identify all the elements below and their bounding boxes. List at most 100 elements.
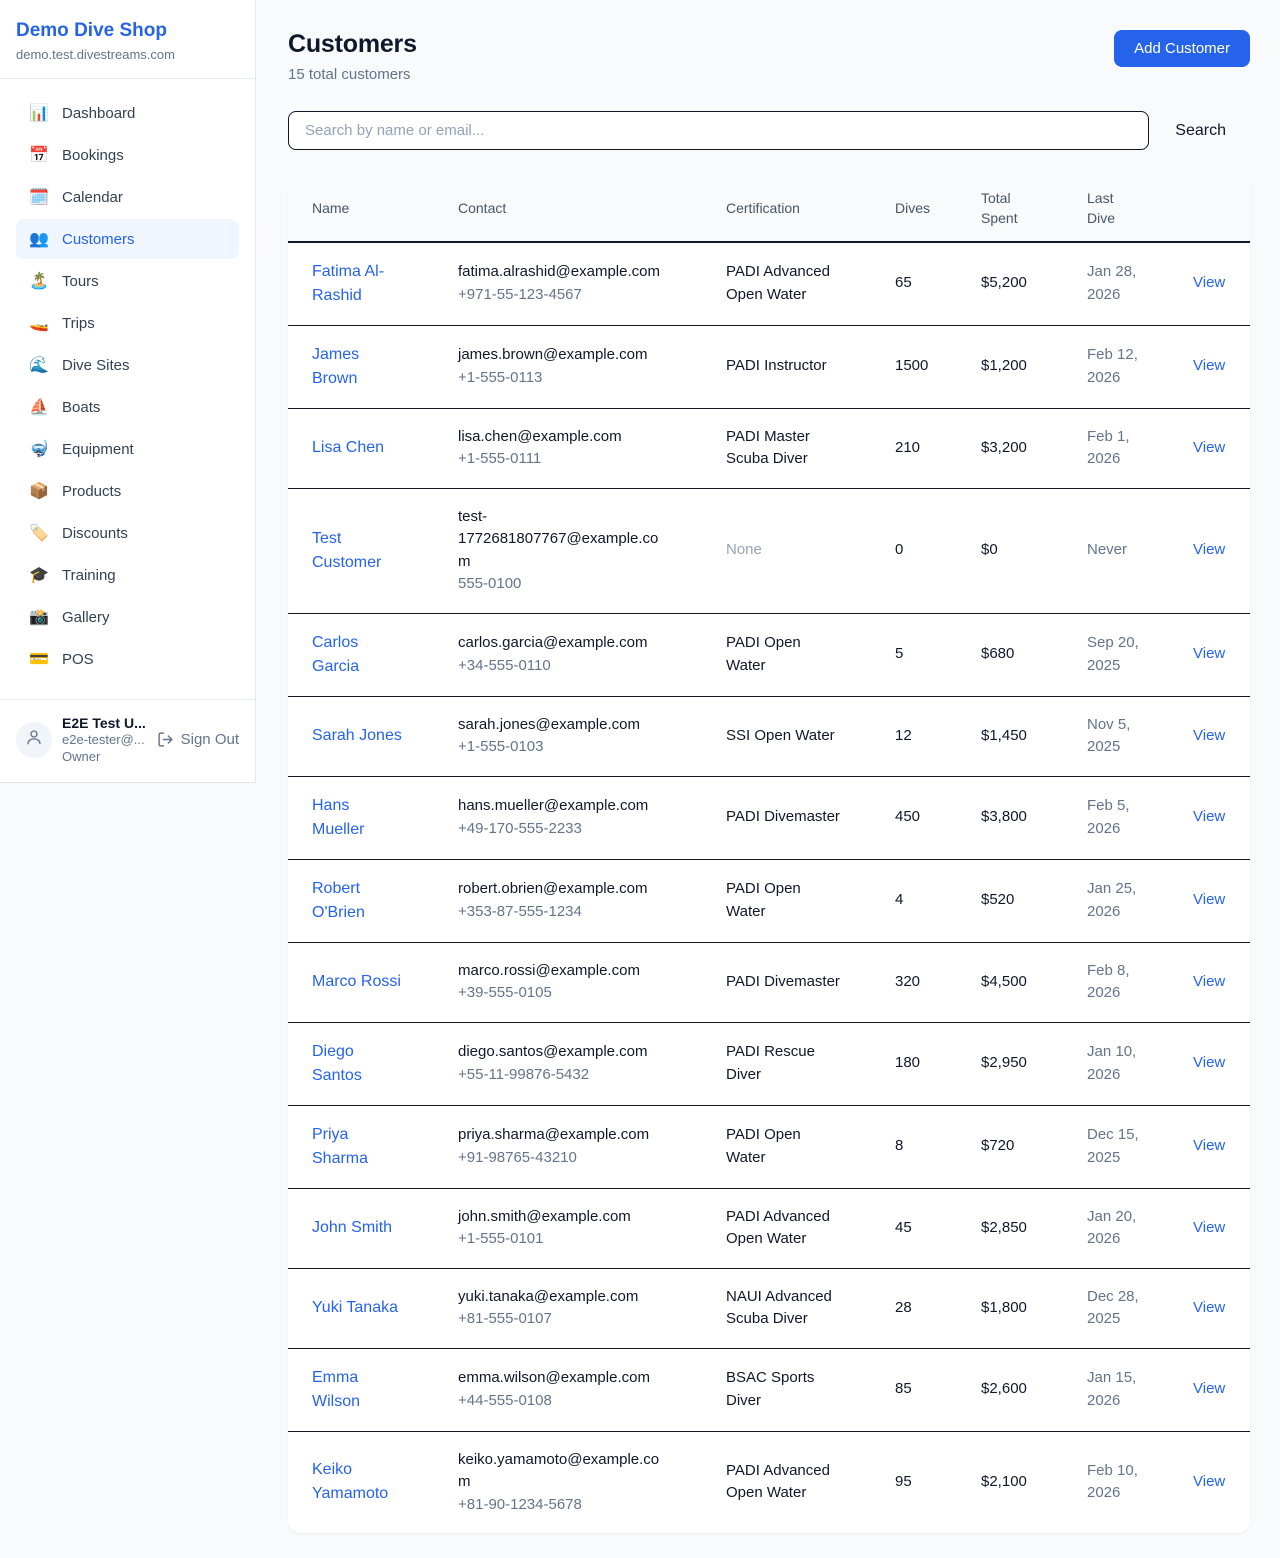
- sidebar-item-gallery[interactable]: 📸 Gallery: [16, 597, 239, 637]
- customer-certification-cell: PADI Rescue Diver: [702, 1022, 871, 1105]
- column-header: Name: [288, 176, 434, 242]
- customer-name-link[interactable]: James Brown: [312, 346, 359, 387]
- person-icon: [25, 728, 43, 751]
- customer-name-link[interactable]: John Smith: [312, 1219, 392, 1236]
- table-row: Test Customer test-1772681807767@example…: [288, 488, 1250, 613]
- customer-name-link[interactable]: Diego Santos: [312, 1043, 362, 1084]
- view-link[interactable]: View: [1193, 274, 1225, 291]
- customer-certification-cell: PADI Open Water: [702, 1105, 871, 1188]
- customer-name-link[interactable]: Marco Rossi: [312, 973, 401, 990]
- dive-sites-icon: 🌊: [28, 355, 50, 375]
- customer-certification-cell: None: [702, 488, 871, 613]
- sidebar-item-label: POS: [62, 651, 94, 668]
- view-link[interactable]: View: [1193, 645, 1225, 662]
- customer-dives-cell: 320: [871, 942, 957, 1022]
- sidebar-item-bookings[interactable]: 📅 Bookings: [16, 135, 239, 175]
- customers-table: NameContactCertificationDivesTotal Spent…: [288, 176, 1250, 1533]
- view-link[interactable]: View: [1193, 1380, 1225, 1397]
- sign-out-button[interactable]: Sign Out: [157, 731, 239, 748]
- customer-certification: NAUI Advanced Scuba Diver: [726, 1288, 832, 1328]
- customer-email: lisa.chen@example.com: [458, 426, 662, 449]
- customer-name-link[interactable]: Sarah Jones: [312, 727, 402, 744]
- table-row: James Brown james.brown@example.com +1-5…: [288, 325, 1250, 408]
- sidebar-item-discounts[interactable]: 🏷️ Discounts: [16, 513, 239, 553]
- customer-total-spent-cell: $2,600: [957, 1348, 1063, 1431]
- customer-view-cell: View: [1169, 1105, 1250, 1188]
- customer-view-cell: View: [1169, 942, 1250, 1022]
- customer-contact-cell: yuki.tanaka@example.com +81-555-0107: [434, 1268, 702, 1348]
- customer-certification-cell: PADI Master Scuba Diver: [702, 408, 871, 488]
- view-link[interactable]: View: [1193, 1054, 1225, 1071]
- gallery-icon: 📸: [28, 607, 50, 627]
- customer-name-link[interactable]: Keiko Yamamoto: [312, 1461, 388, 1502]
- customer-view-cell: View: [1169, 1022, 1250, 1105]
- sidebar-item-label: Dashboard: [62, 105, 135, 122]
- customer-contact-cell: hans.mueller@example.com +49-170-555-223…: [434, 776, 702, 859]
- table-row: Fatima Al-Rashid fatima.alrashid@example…: [288, 242, 1250, 326]
- customer-name-cell: James Brown: [288, 325, 434, 408]
- sidebar-item-trips[interactable]: 🚤 Trips: [16, 303, 239, 343]
- customer-total-spent-cell: $3,800: [957, 776, 1063, 859]
- sidebar-item-pos[interactable]: 💳 POS: [16, 639, 239, 679]
- customer-last-dive-cell: Jan 28, 2026: [1063, 242, 1169, 326]
- customer-email: fatima.alrashid@example.com: [458, 261, 662, 284]
- column-header: Contact: [434, 176, 702, 242]
- search-button[interactable]: Search: [1149, 122, 1250, 140]
- sidebar-item-tours[interactable]: 🏝️ Tours: [16, 261, 239, 301]
- customer-total-spent-cell: $5,200: [957, 242, 1063, 326]
- sidebar-item-equipment[interactable]: 🤿 Equipment: [16, 429, 239, 469]
- customer-last-dive-cell: Dec 15, 2025: [1063, 1105, 1169, 1188]
- customer-last-dive-cell: Jan 15, 2026: [1063, 1348, 1169, 1431]
- customer-name-link[interactable]: Lisa Chen: [312, 439, 384, 456]
- customer-name-link[interactable]: Robert O'Brien: [312, 880, 365, 921]
- customer-view-cell: View: [1169, 1268, 1250, 1348]
- customer-phone: +81-90-1234-5678: [458, 1494, 662, 1517]
- sidebar-item-products[interactable]: 📦 Products: [16, 471, 239, 511]
- view-link[interactable]: View: [1193, 808, 1225, 825]
- view-link[interactable]: View: [1193, 1299, 1225, 1316]
- table-row: Keiko Yamamoto keiko.yamamoto@example.co…: [288, 1431, 1250, 1533]
- sidebar-item-boats[interactable]: ⛵ Boats: [16, 387, 239, 427]
- sidebar-item-label: Tours: [62, 273, 99, 290]
- view-link[interactable]: View: [1193, 727, 1225, 744]
- sidebar-item-calendar[interactable]: 🗓️ Calendar: [16, 177, 239, 217]
- customer-name-link[interactable]: Priya Sharma: [312, 1126, 368, 1167]
- customer-name-cell: Sarah Jones: [288, 696, 434, 776]
- view-link[interactable]: View: [1193, 541, 1225, 558]
- view-link[interactable]: View: [1193, 357, 1225, 374]
- table-header-row: NameContactCertificationDivesTotal Spent…: [288, 176, 1250, 242]
- view-link[interactable]: View: [1193, 1137, 1225, 1154]
- view-link[interactable]: View: [1193, 1219, 1225, 1236]
- customer-name-link[interactable]: Yuki Tanaka: [312, 1299, 398, 1316]
- customer-certification: PADI Divemaster: [726, 808, 840, 825]
- customers-icon: 👥: [28, 229, 50, 249]
- customer-contact-cell: lisa.chen@example.com +1-555-0111: [434, 408, 702, 488]
- customer-total-spent-cell: $2,950: [957, 1022, 1063, 1105]
- search-input[interactable]: [288, 111, 1149, 150]
- customer-name-link[interactable]: Carlos Garcia: [312, 634, 359, 675]
- user-name: E2E Test U...: [62, 714, 147, 732]
- sidebar-item-dashboard[interactable]: 📊 Dashboard: [16, 93, 239, 133]
- view-link[interactable]: View: [1193, 973, 1225, 990]
- view-link[interactable]: View: [1193, 1473, 1225, 1490]
- sidebar-item-training[interactable]: 🎓 Training: [16, 555, 239, 595]
- view-link[interactable]: View: [1193, 891, 1225, 908]
- customer-certification-cell: PADI Instructor: [702, 325, 871, 408]
- bookings-icon: 📅: [28, 145, 50, 165]
- customer-name-link[interactable]: Hans Mueller: [312, 797, 364, 838]
- customer-name-link[interactable]: Test Customer: [312, 530, 381, 571]
- add-customer-button[interactable]: Add Customer: [1114, 30, 1250, 67]
- customer-certification-cell: PADI Divemaster: [702, 942, 871, 1022]
- products-icon: 📦: [28, 481, 50, 501]
- customer-dives-cell: 210: [871, 408, 957, 488]
- customer-contact-cell: sarah.jones@example.com +1-555-0103: [434, 696, 702, 776]
- customer-certification-cell: PADI Advanced Open Water: [702, 1188, 871, 1268]
- customer-dives-cell: 65: [871, 242, 957, 326]
- customer-name-link[interactable]: Emma Wilson: [312, 1369, 360, 1410]
- customer-name-link[interactable]: Fatima Al-Rashid: [312, 263, 384, 304]
- view-link[interactable]: View: [1193, 439, 1225, 456]
- training-icon: 🎓: [28, 565, 50, 585]
- sidebar-item-dive-sites[interactable]: 🌊 Dive Sites: [16, 345, 239, 385]
- sidebar-item-customers[interactable]: 👥 Customers: [16, 219, 239, 259]
- search-row: Search: [288, 111, 1250, 150]
